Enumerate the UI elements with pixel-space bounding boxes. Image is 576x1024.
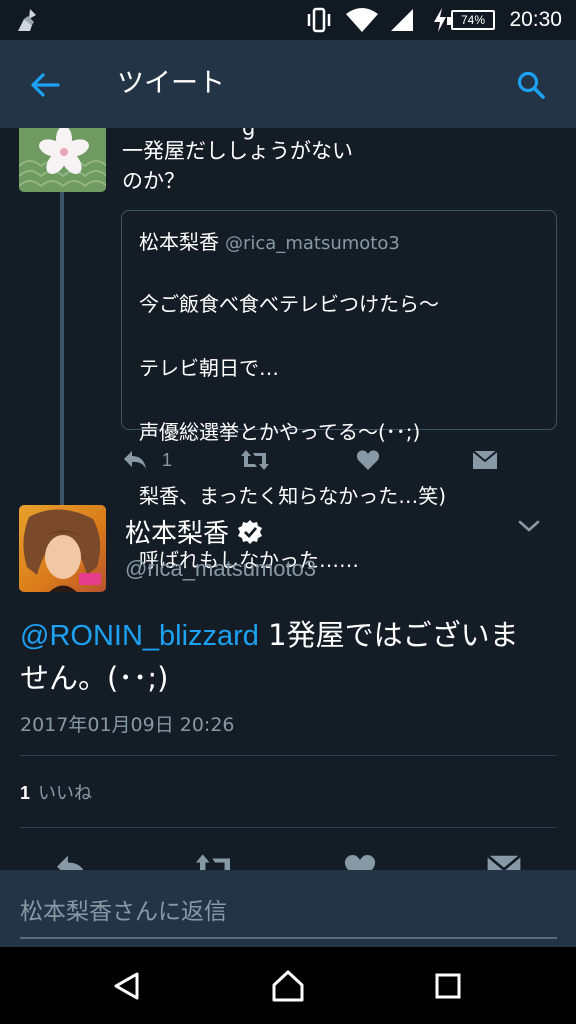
divider [20, 755, 557, 756]
divider [20, 827, 557, 828]
reply-input-underline [20, 937, 557, 939]
battery-icon: 74% [447, 0, 495, 40]
tweet-text: @RONIN_blizzard 1発屋ではございま せん。(･･;) [20, 614, 565, 699]
likes-summary[interactable]: 1 いいね [20, 779, 92, 805]
arrow-left-icon [31, 73, 60, 97]
parent-avatar[interactable] [19, 128, 106, 192]
direct-message-button[interactable] [472, 440, 498, 480]
quoted-text-line: 今ご飯食べ食べテレビつけたら〜 [139, 292, 439, 316]
verified-badge-icon [238, 519, 263, 544]
tweet-timestamp: 2017年01月09日 20:26 [20, 714, 235, 736]
quoted-author-handle: @rica_matsumoto3 [225, 233, 400, 254]
page-title: ツイート [117, 68, 225, 99]
main-like-button[interactable] [343, 848, 377, 870]
quoted-text-line: 梨香、まったく知らなかった…笑) [139, 484, 447, 508]
envelope-icon [472, 450, 498, 469]
search-button[interactable] [508, 62, 554, 108]
main-action-bar [0, 848, 576, 870]
tweet-menu-button[interactable] [517, 518, 541, 538]
vibrate-icon [304, 0, 334, 40]
likes-count: 1 [20, 783, 31, 803]
author-avatar[interactable] [19, 505, 106, 592]
quoted-author-name: 松本梨香 [139, 230, 219, 254]
main-retweet-button[interactable] [194, 848, 236, 870]
charging-icon [432, 0, 448, 40]
system-nav-bar [0, 947, 576, 1024]
tweet-text-line: せん。(･･;) [20, 661, 169, 695]
mention-link[interactable]: @RONIN_blizzard [20, 620, 259, 652]
chevron-down-icon [518, 520, 540, 532]
author-name-row: 松本梨香 [125, 513, 263, 550]
like-button[interactable] [356, 440, 380, 480]
heart-icon [344, 854, 376, 870]
heart-icon [356, 450, 380, 470]
clock: 20:30 [509, 8, 562, 31]
reply-icon [57, 855, 84, 870]
likes-label: いいね [38, 783, 93, 804]
author-photo [19, 505, 106, 592]
parent-text-line: 一発屋だししょうがない [122, 139, 353, 163]
author-handle: @rica_matsumoto3 [125, 556, 317, 581]
search-icon [517, 71, 545, 99]
quoted-tweet-header: 松本梨香 @rica_matsumoto3 [139, 226, 400, 255]
tweet-text-line: @RONIN_blizzard 1発屋ではございま [20, 614, 565, 657]
battery-percent: 74% [460, 13, 486, 27]
triangle-back-icon [114, 972, 139, 999]
main-dm-button[interactable] [486, 848, 522, 870]
reply-composer[interactable]: 松本梨香さんに返信 [0, 870, 576, 947]
reply-icon [124, 451, 146, 469]
tweet-text-part: 1発屋ではございま [258, 618, 519, 652]
retweet-button[interactable] [240, 440, 270, 480]
reply-count: 1 [162, 449, 173, 470]
retweet-icon [195, 854, 230, 870]
back-button[interactable] [22, 62, 68, 108]
clipped-text: g [242, 128, 256, 140]
envelope-icon [486, 854, 522, 870]
home-icon [272, 970, 304, 1001]
reply-button[interactable]: 1 [122, 440, 172, 480]
app-bar: ツイート [0, 40, 576, 128]
parent-text-line: のか？ [122, 169, 185, 193]
reply-input[interactable]: 松本梨香さんに返信 [20, 892, 227, 926]
signal-icon [389, 0, 415, 40]
square-recents-icon [435, 973, 461, 998]
parent-tweet-text: g 一発屋だししょうがない のか？ [122, 128, 353, 196]
nav-recents-button[interactable] [433, 947, 463, 1024]
nav-home-button[interactable] [270, 947, 306, 1024]
broom-icon [14, 0, 42, 40]
wifi-icon [345, 0, 379, 40]
retweet-icon [241, 450, 269, 470]
nav-back-button[interactable] [112, 947, 142, 1024]
sakura-avatar-image [19, 128, 106, 192]
author-name: 松本梨香 [125, 519, 230, 549]
tweet-detail[interactable]: g 一発屋だししょうがない のか？ 松本梨香 @rica_matsumoto3 今… [0, 128, 576, 870]
parent-action-bar: 1 [0, 440, 576, 480]
main-reply-button[interactable] [54, 848, 90, 870]
status-bar: 74% 20:30 [0, 0, 576, 40]
quoted-tweet[interactable]: 松本梨香 @rica_matsumoto3 今ご飯食べ食べテレビつけたら〜 テレビ… [121, 210, 557, 572]
quoted-text-line: テレビ朝日で… [139, 356, 279, 380]
